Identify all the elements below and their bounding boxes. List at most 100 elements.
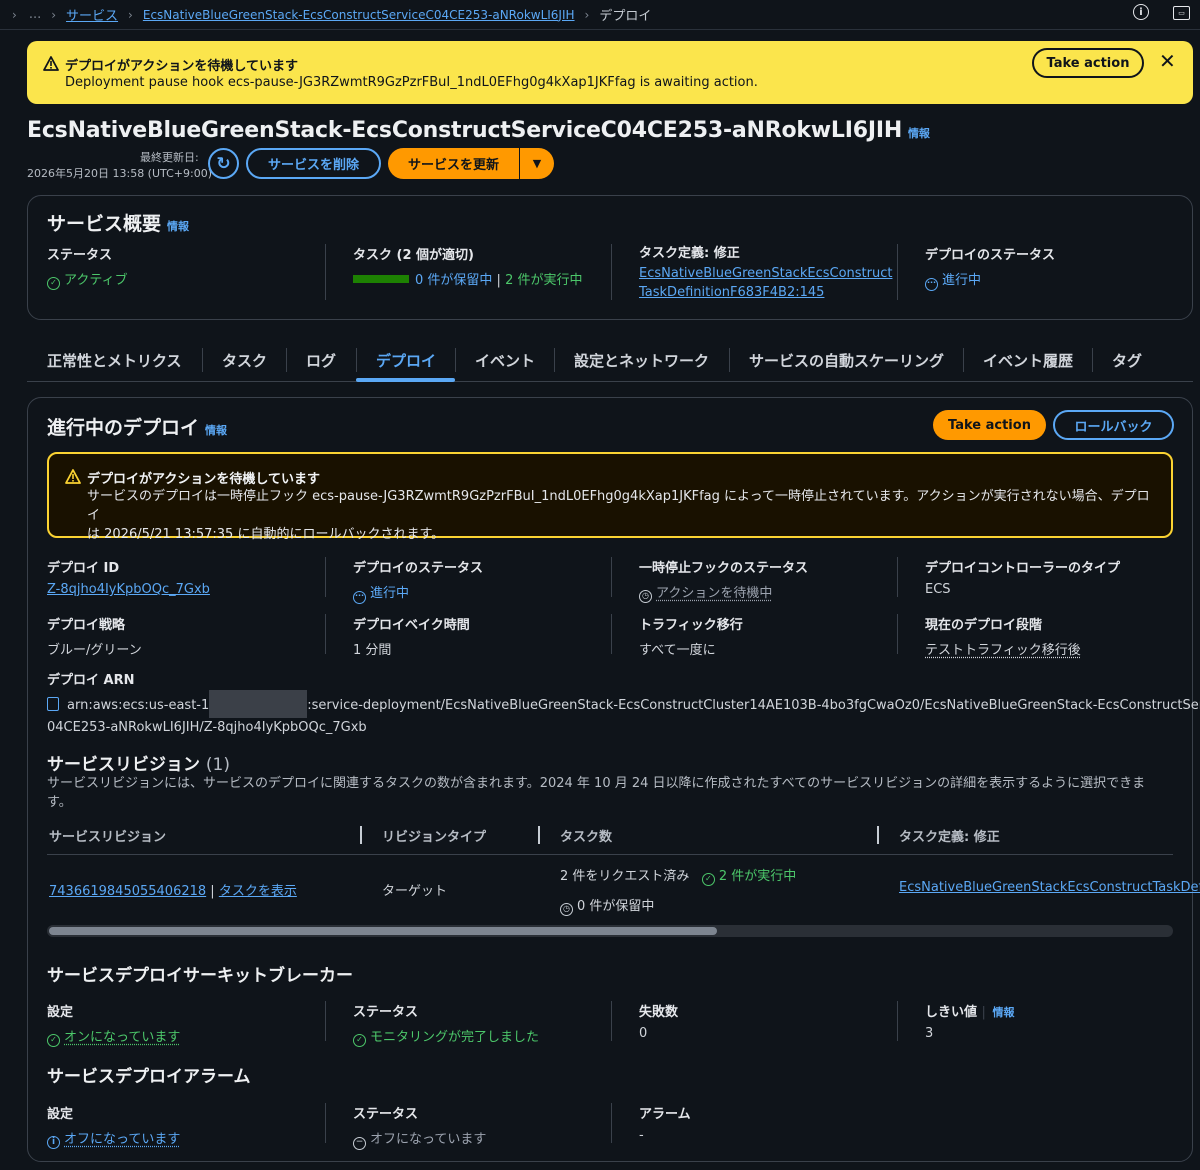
task-count-cell: 2 件をリクエスト済み ✓ 2 件が実行中 bbox=[560, 865, 796, 886]
divider bbox=[963, 348, 964, 372]
tab-tasks[interactable]: タスク bbox=[222, 350, 267, 371]
breaker-setting-label: 設定 bbox=[47, 1005, 74, 1020]
column-resizer[interactable] bbox=[538, 826, 540, 844]
description-line: す。 bbox=[47, 795, 72, 810]
close-icon[interactable]: ✕ bbox=[1159, 51, 1176, 71]
separator: | bbox=[981, 1005, 986, 1020]
flash-banner: デプロイがアクションを待機しています Deployment pause hook… bbox=[27, 41, 1193, 104]
hook-status: 一時停止フックのステータス ◷ アクションを待機中 bbox=[639, 557, 808, 603]
info-link[interactable]: 情報 bbox=[167, 220, 189, 233]
tab-tags[interactable]: タグ bbox=[1112, 350, 1142, 371]
threshold-value: 3 bbox=[925, 1026, 934, 1041]
refresh-button[interactable]: ↻ bbox=[208, 148, 239, 179]
flash-take-action-button[interactable]: Take action bbox=[1032, 48, 1144, 78]
alarm-setting-label: 設定 bbox=[47, 1107, 74, 1122]
breadcrumb-service-link[interactable]: EcsNativeBlueGreenStack-EcsConstructServ… bbox=[143, 8, 575, 22]
column-resizer[interactable] bbox=[360, 826, 362, 844]
horizontal-scrollbar[interactable] bbox=[47, 925, 1173, 937]
tasks-running: 2 件が実行中 bbox=[505, 273, 583, 288]
revisions-description: サービスリビジョンには、サービスのデプロイに関連するタスクの数が含まれます。20… bbox=[47, 774, 1157, 812]
chevron-right-icon: › bbox=[51, 7, 57, 22]
separator: | bbox=[210, 884, 215, 899]
breadcrumb-services-link[interactable]: サービス bbox=[66, 5, 118, 24]
page-title-text: EcsNativeBlueGreenStack-EcsConstructServ… bbox=[27, 118, 903, 143]
taskdef-link-line2[interactable]: TaskDefinitionF683F4B2:145 bbox=[639, 285, 824, 300]
alert-line: サービスのデプロイは一時停止フック ecs-pause-JG3RZwmtR9Gz… bbox=[87, 489, 1150, 523]
stopped-icon: − bbox=[353, 1137, 366, 1150]
deploy-status-label: デプロイのステータス bbox=[925, 248, 1056, 263]
info-circle-icon: i bbox=[47, 1136, 60, 1149]
divider bbox=[286, 348, 287, 372]
revisions-title-text: サービスリビジョン bbox=[47, 755, 200, 775]
hook-status-label: 一時停止フックのステータス bbox=[639, 561, 809, 576]
hook-status-value[interactable]: アクションを待機中 bbox=[656, 586, 772, 601]
breadcrumb-ellipsis[interactable]: ... bbox=[29, 7, 41, 22]
separator: | bbox=[496, 273, 501, 288]
deployment-title: 進行中のデプロイ 情報 bbox=[47, 413, 227, 440]
column-resizer[interactable] bbox=[877, 826, 879, 844]
deployment-status-label: デプロイのステータス bbox=[353, 561, 484, 576]
last-updated-value: 2026年5月20日 13:58 (UTC+9:00) bbox=[27, 167, 212, 180]
column-header-task-count[interactable]: タスク数 bbox=[560, 826, 612, 845]
alarm-value: - bbox=[639, 1128, 644, 1143]
divider bbox=[611, 1001, 612, 1041]
tab-autoscaling[interactable]: サービスの自動スケーリング bbox=[749, 350, 944, 371]
check-circle-icon: ✓ bbox=[701, 873, 715, 886]
divider bbox=[897, 557, 898, 597]
tab-events[interactable]: イベント bbox=[475, 350, 535, 371]
alarm-list: アラーム - bbox=[639, 1103, 691, 1143]
info-link[interactable]: 情報 bbox=[205, 424, 227, 437]
column-header-revision[interactable]: サービスリビジョン bbox=[49, 826, 166, 845]
copy-icon[interactable] bbox=[47, 697, 59, 711]
rollback-button[interactable]: ロールバック bbox=[1053, 410, 1174, 440]
stage-value[interactable]: テストトラフィック移行後 bbox=[925, 639, 1081, 658]
divider bbox=[325, 614, 326, 654]
strategy-label: デプロイ戦略 bbox=[47, 618, 126, 633]
deployment-id-link[interactable]: Z-8qjho4IyKpbOQc_7Gxb bbox=[47, 582, 210, 597]
overview-deploy-status: デプロイのステータス ··· 進行中 bbox=[925, 244, 1055, 291]
delete-service-button[interactable]: サービスを削除 bbox=[246, 148, 381, 179]
divider bbox=[897, 614, 898, 654]
bake-time-label: デプロイベイク時間 bbox=[353, 618, 470, 633]
show-tasks-link[interactable]: タスクを表示 bbox=[219, 884, 297, 899]
divider bbox=[554, 348, 555, 372]
strategy-value: ブルー/グリーン bbox=[47, 643, 142, 658]
taskdef-link[interactable]: EcsNativeBlueGreenStackEcsConstruct bbox=[639, 266, 892, 281]
info-link[interactable]: 情報 bbox=[908, 127, 930, 140]
divider bbox=[455, 348, 456, 372]
divider bbox=[325, 244, 326, 300]
status-label: ステータス bbox=[47, 248, 113, 263]
divider bbox=[325, 1103, 326, 1143]
breaker-setting-value[interactable]: オンになっています bbox=[64, 1030, 180, 1045]
divider bbox=[325, 1001, 326, 1041]
divider bbox=[897, 244, 898, 300]
taskdef-link[interactable]: EcsNativeBlueGreenStackEcsConstructTaskD… bbox=[899, 880, 1200, 895]
column-header-type[interactable]: リビジョンタイプ bbox=[382, 826, 486, 845]
info-icon[interactable]: i bbox=[1133, 4, 1149, 20]
tab-health[interactable]: 正常性とメトリクス bbox=[47, 350, 182, 371]
breaker-threshold: しきい値 | 情報 3 bbox=[925, 1001, 1014, 1041]
update-service-button[interactable]: サービスを更新 bbox=[388, 148, 519, 179]
taskdef-cell: EcsNativeBlueGreenStackEcsConstructTaskD… bbox=[899, 880, 1200, 895]
traffic-shift: トラフィック移行 すべて一度に bbox=[639, 614, 743, 658]
update-dropdown-button[interactable]: ▼ bbox=[520, 148, 554, 179]
tab-event-history[interactable]: イベント履歴 bbox=[983, 350, 1073, 371]
info-link[interactable]: 情報 bbox=[992, 1006, 1014, 1019]
overview-title: サービス概要 情報 bbox=[47, 209, 189, 236]
tab-bar: 正常性とメトリクス タスク ログ デプロイ イベント 設定とネットワーク サービ… bbox=[27, 342, 1193, 382]
revision-link[interactable]: 7436619845055406218 bbox=[49, 884, 206, 899]
scrollbar-thumb[interactable] bbox=[49, 927, 717, 935]
divider bbox=[611, 557, 612, 597]
screen-icon[interactable]: ▭ bbox=[1173, 6, 1190, 20]
tab-deployments[interactable]: デプロイ bbox=[376, 350, 436, 371]
take-action-button[interactable]: Take action bbox=[933, 410, 1046, 440]
failures-label: 失敗数 bbox=[639, 1005, 679, 1020]
tab-config-network[interactable]: 設定とネットワーク bbox=[574, 350, 709, 371]
alarm-setting-value[interactable]: オフになっています bbox=[64, 1132, 180, 1147]
alarm-setting: 設定 i オフになっています bbox=[47, 1103, 180, 1149]
threshold-label: しきい値 bbox=[925, 1005, 978, 1020]
column-header-taskdef[interactable]: タスク定義: 修正 bbox=[899, 826, 1000, 845]
divider bbox=[611, 614, 612, 654]
tab-logs[interactable]: ログ bbox=[306, 350, 336, 371]
traffic-shift-label: トラフィック移行 bbox=[639, 618, 743, 633]
